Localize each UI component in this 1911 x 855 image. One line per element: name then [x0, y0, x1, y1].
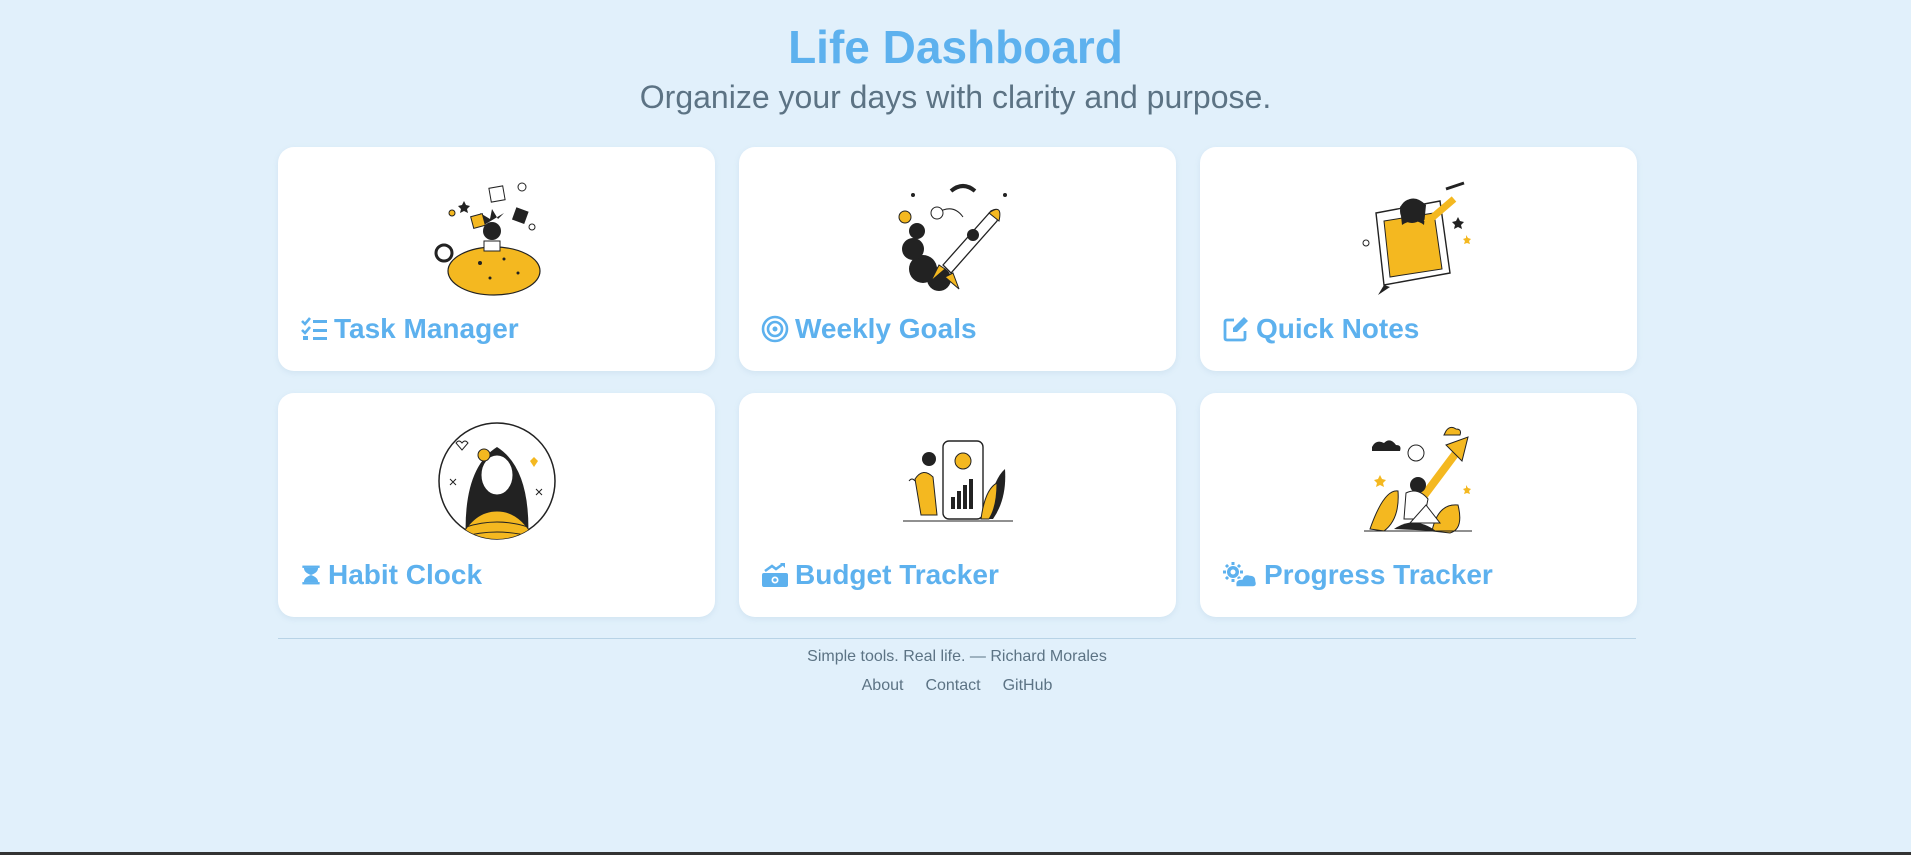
card-budget-tracker[interactable]: Budget Tracker [739, 393, 1176, 617]
footer-link-contact[interactable]: Contact [925, 677, 980, 695]
card-label-progress-tracker: Progress Tracker [1222, 559, 1493, 591]
footer-credit: Simple tools. Real life. — Richard Moral… [807, 648, 1107, 665]
page-subtitle: Organize your days with clarity and purp… [639, 79, 1272, 115]
page-title: Life Dashboard [788, 21, 1123, 73]
cloud-sun-gear-icon [1223, 562, 1258, 588]
person-with-laptop-arrow-illustration [1363, 426, 1472, 534]
woman-in-frame-illustration [1362, 181, 1471, 295]
card-title: Progress Tracker [1264, 559, 1493, 590]
bullseye-icon [761, 315, 789, 343]
woman-portrait-circle-illustration [437, 422, 556, 540]
card-quick-notes[interactable]: Quick Notes [1200, 147, 1637, 371]
card-label-habit-clock: Habit Clock [300, 559, 482, 591]
card-progress-tracker[interactable]: Progress Tracker [1200, 393, 1637, 617]
pen-to-square-icon [1223, 317, 1248, 342]
card-habit-clock[interactable]: Habit Clock [278, 393, 715, 617]
card-title: Task Manager [334, 313, 519, 344]
card-label-task-manager: Task Manager [300, 313, 519, 345]
card-title: Quick Notes [1256, 313, 1420, 344]
rocket-launch-illustration [898, 184, 1007, 291]
page-header: Life Dashboard Organize your days with c… [0, 0, 1911, 116]
card-task-manager[interactable]: Task Manager [278, 147, 715, 371]
footer-links: About Contact GitHub [278, 677, 1636, 695]
card-label-weekly-goals: Weekly Goals [761, 313, 977, 345]
footer-link-github[interactable]: GitHub [1003, 677, 1053, 695]
card-title: Weekly Goals [795, 313, 977, 344]
money-bill-trend-up-icon [762, 562, 788, 587]
page-footer: Simple tools. Real life. — Richard Moral… [278, 638, 1636, 695]
list-check-icon [301, 317, 327, 340]
hourglass-icon [302, 565, 320, 585]
card-label-quick-notes: Quick Notes [1222, 313, 1419, 345]
tools-grid: Task Manager Weekly Goals Quick Notes Ha… [278, 147, 1637, 617]
footer-link-about[interactable]: About [862, 677, 904, 695]
card-title: Budget Tracker [795, 559, 999, 590]
phone-with-bar-chart-illustration [902, 440, 1013, 522]
card-weekly-goals[interactable]: Weekly Goals [739, 147, 1176, 371]
card-title: Habit Clock [328, 559, 483, 590]
person-with-floating-icons-illustration [434, 182, 541, 296]
card-label-budget-tracker: Budget Tracker [761, 559, 999, 591]
